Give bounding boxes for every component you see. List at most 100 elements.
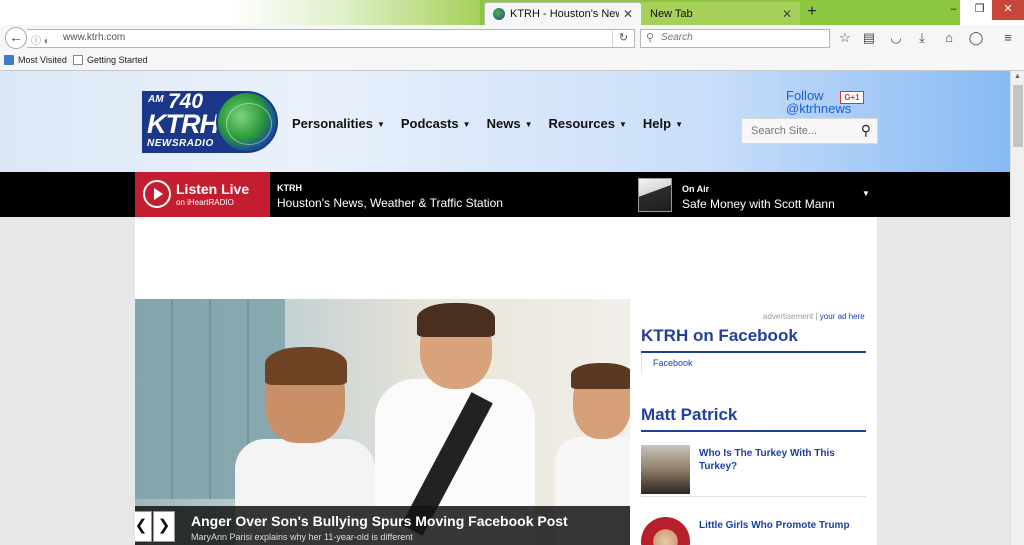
tab-title: New Tab bbox=[650, 7, 693, 20]
maximize-button[interactable]: ❐ bbox=[966, 0, 993, 20]
page-scrollbar[interactable]: ▲ bbox=[1010, 71, 1024, 545]
site-search-box[interactable]: ⚲ bbox=[741, 118, 878, 144]
scrollbar-thumb[interactable] bbox=[1013, 85, 1023, 147]
prev-slide-button[interactable]: ❮ bbox=[135, 511, 152, 542]
hero-figure bbox=[417, 303, 495, 337]
chevron-down-icon[interactable]: ▼ bbox=[862, 189, 870, 198]
bookmark-folder-icon bbox=[4, 55, 14, 65]
facebook-section-title: KTRH on Facebook bbox=[641, 326, 866, 353]
bookmarks-toolbar: Most Visited Getting Started bbox=[0, 52, 1024, 71]
bookmark-label: Getting Started bbox=[87, 55, 148, 65]
tab-title: KTRH - Houston's News, ... bbox=[510, 8, 619, 20]
browser-titlebar: KTRH - Houston's News, ... ✕ New Tab ✕ +… bbox=[0, 0, 1024, 25]
matt-patrick-section-title: Matt Patrick bbox=[641, 405, 866, 432]
facebook-link[interactable]: Facebook bbox=[653, 358, 693, 368]
menu-icon[interactable]: ≡ bbox=[999, 29, 1017, 47]
list-item[interactable]: Who Is The Turkey With This Turkey? bbox=[641, 445, 866, 497]
close-tab-icon[interactable]: ✕ bbox=[782, 7, 792, 21]
content-area: ❮ ❯ Anger Over Son's Bullying Spurs Movi… bbox=[135, 217, 877, 545]
browser-search-box[interactable]: ⚲ bbox=[640, 29, 830, 48]
search-icon[interactable]: ⚲ bbox=[861, 122, 871, 139]
logo-tagline: NEWSRADIO bbox=[147, 138, 214, 149]
ad-note: advertisement | your ad here bbox=[763, 312, 865, 321]
ktrh-favicon-icon bbox=[493, 8, 505, 20]
logo-call-letters: KTRH bbox=[147, 109, 219, 139]
download-icon[interactable]: ⤓ bbox=[913, 29, 931, 47]
scroll-up-icon[interactable]: ▲ bbox=[1014, 73, 1021, 80]
story-thumbnail[interactable] bbox=[641, 445, 690, 494]
logo-am: AM bbox=[148, 94, 164, 105]
site-header: AM 740 KTRH NEWSRADIO Personalities ▼ Pod… bbox=[0, 71, 1010, 172]
hero-figure bbox=[265, 347, 347, 385]
nav-label: Personalities bbox=[292, 116, 373, 131]
site-search-input[interactable] bbox=[751, 125, 851, 137]
reload-icon[interactable]: ↻ bbox=[612, 30, 634, 47]
hero-caption: ❮ ❯ Anger Over Son's Bullying Spurs Movi… bbox=[135, 506, 630, 545]
hero-subline: MaryAnn Parisi explains why her 11-year-… bbox=[191, 532, 413, 542]
chevron-right-icon: ❯ bbox=[157, 517, 171, 534]
on-air-label: On Air bbox=[682, 184, 710, 194]
hero-headline[interactable]: Anger Over Son's Bullying Spurs Moving F… bbox=[191, 513, 568, 529]
list-item[interactable]: Little Girls Who Promote Trump bbox=[641, 517, 866, 545]
new-tab-button[interactable]: + bbox=[802, 3, 822, 23]
story-thumbnail[interactable] bbox=[641, 517, 690, 545]
chat-icon[interactable]: ◯ bbox=[967, 29, 985, 47]
close-window-button[interactable]: ✕ bbox=[992, 0, 1024, 20]
chevron-left-icon: ❮ bbox=[135, 517, 148, 534]
chevron-down-icon: ▼ bbox=[524, 120, 533, 129]
nav-news[interactable]: News ▼ bbox=[487, 116, 533, 131]
browser-toolbar: ← ⓘ ◐ www.ktrh.com ↻ ⚲ ☆ ▤ ◡ ⤓ ⌂ ◯ ≡ bbox=[0, 25, 1024, 52]
chevron-down-icon: ▼ bbox=[618, 120, 627, 129]
host-photo bbox=[638, 178, 672, 212]
station-description: Houston's News, Weather & Traffic Statio… bbox=[277, 196, 503, 210]
bookmark-getting-started[interactable]: Getting Started bbox=[73, 55, 148, 65]
chevron-down-icon: ▼ bbox=[462, 120, 471, 129]
nav-help[interactable]: Help ▼ bbox=[643, 116, 683, 131]
browser-search-input[interactable] bbox=[661, 32, 821, 43]
station-info: KTRH Houston's News, Weather & Traffic S… bbox=[277, 183, 503, 210]
chevron-down-icon: ▼ bbox=[675, 120, 683, 129]
minimize-button[interactable]: – bbox=[940, 0, 967, 20]
player-bar: Listen Live on iHeartRADIO KTRH Houston'… bbox=[0, 172, 1010, 217]
url-bar[interactable]: ⓘ ◐ www.ktrh.com ↻ bbox=[27, 29, 635, 48]
hero-figure bbox=[571, 363, 630, 389]
bookmark-label: Most Visited bbox=[18, 55, 67, 65]
search-icon: ⚲ bbox=[646, 32, 655, 44]
pocket-icon[interactable]: ◡ bbox=[887, 29, 905, 47]
main-nav: Personalities ▼ Podcasts ▼ News ▼ Resources… bbox=[292, 116, 699, 131]
tab-new-tab[interactable]: New Tab ✕ bbox=[642, 2, 800, 25]
nav-label: Help bbox=[642, 116, 672, 131]
featured-story[interactable]: ❮ ❯ Anger Over Son's Bullying Spurs Movi… bbox=[135, 299, 630, 545]
reading-list-icon[interactable]: ▤ bbox=[860, 29, 878, 47]
your-ad-here-link[interactable]: your ad here bbox=[820, 312, 865, 321]
listen-live-button[interactable]: Listen Live on iHeartRADIO bbox=[135, 172, 270, 217]
nav-personalities[interactable]: Personalities ▼ bbox=[292, 116, 385, 131]
next-slide-button[interactable]: ❯ bbox=[153, 511, 175, 542]
home-icon[interactable]: ⌂ bbox=[940, 29, 958, 47]
back-button[interactable]: ← bbox=[5, 27, 27, 49]
station-call: KTRH bbox=[277, 183, 302, 193]
url-text[interactable]: www.ktrh.com bbox=[63, 32, 125, 43]
ad-label: advertisement bbox=[763, 312, 814, 321]
sidebar: advertisement | your ad here KTRH on Fac… bbox=[641, 299, 877, 545]
bookmark-most-visited[interactable]: Most Visited bbox=[4, 55, 67, 65]
story-title[interactable]: Little Girls Who Promote Trump bbox=[699, 519, 859, 532]
story-title[interactable]: Who Is The Turkey With This Turkey? bbox=[699, 447, 859, 473]
nav-label: Resources bbox=[548, 116, 615, 131]
page-icon bbox=[73, 55, 83, 65]
globe-icon bbox=[216, 91, 278, 153]
tab-ktrh[interactable]: KTRH - Houston's News, ... ✕ bbox=[484, 2, 642, 25]
ktrh-logo[interactable]: AM 740 KTRH NEWSRADIO bbox=[142, 90, 278, 153]
iheartradio-label: on iHeartRADIO bbox=[176, 198, 234, 207]
nav-resources[interactable]: Resources ▼ bbox=[548, 116, 626, 131]
titlebar-gradient bbox=[230, 0, 480, 25]
nav-podcasts[interactable]: Podcasts ▼ bbox=[401, 116, 471, 131]
nav-label: Podcasts bbox=[400, 116, 459, 131]
on-air-info[interactable]: On Air Safe Money with Scott Mann bbox=[682, 184, 835, 211]
web-page: AM 740 KTRH NEWSRADIO Personalities ▼ Pod… bbox=[0, 71, 1010, 545]
site-identity-icon[interactable]: ⓘ ◐ bbox=[31, 32, 50, 47]
bookmark-star-icon[interactable]: ☆ bbox=[836, 29, 854, 47]
facebook-widget: Facebook bbox=[641, 353, 866, 373]
close-tab-icon[interactable]: ✕ bbox=[623, 7, 633, 21]
google-plus-button[interactable]: G+1 bbox=[840, 91, 864, 104]
